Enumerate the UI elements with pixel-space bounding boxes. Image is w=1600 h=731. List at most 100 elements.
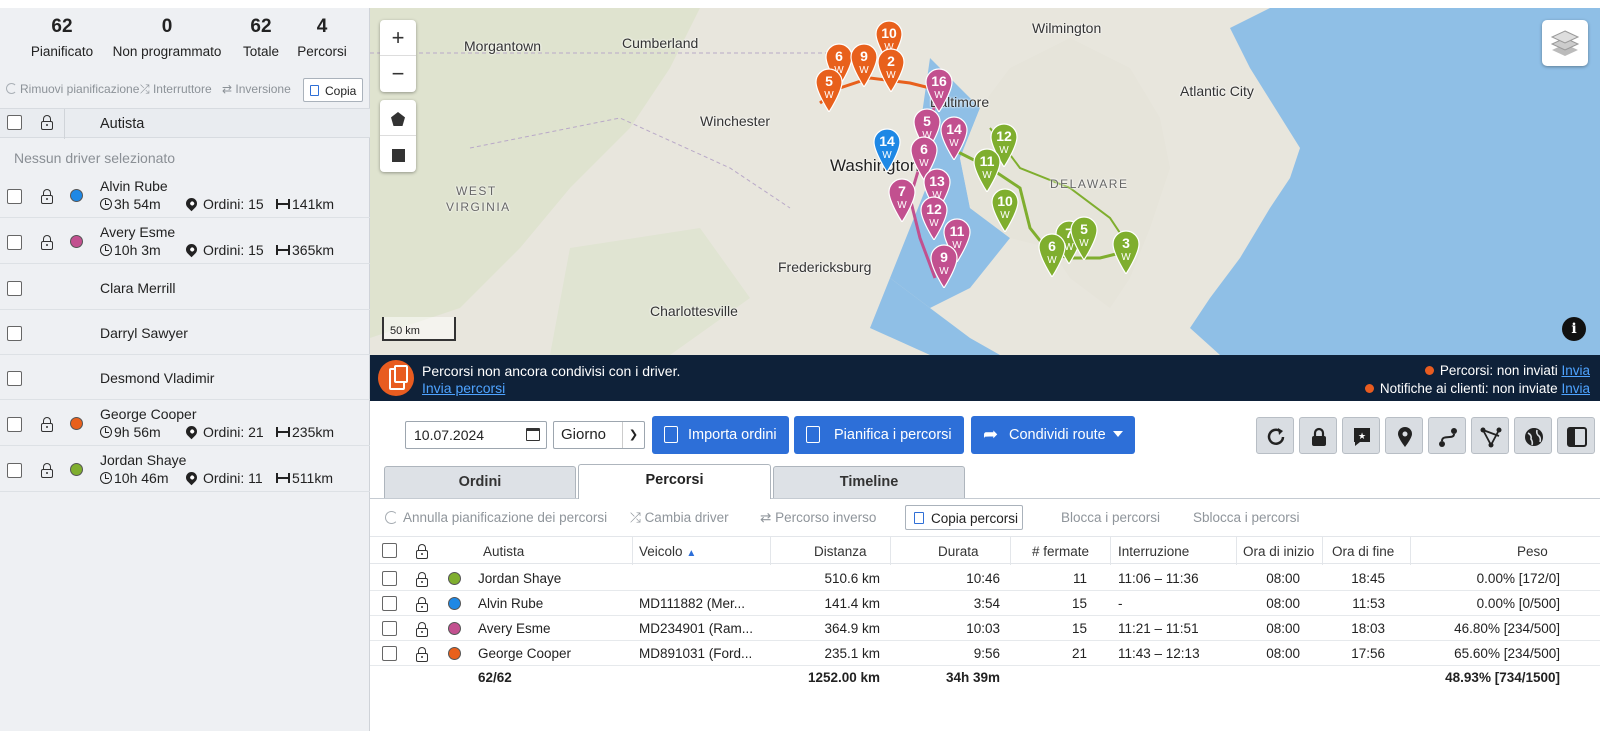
share-routes-button[interactable]: ➦ Condividi route xyxy=(971,416,1135,454)
select-all-routes-checkbox[interactable] xyxy=(382,543,397,558)
lock-icon[interactable] xyxy=(41,115,53,130)
row-checkbox[interactable] xyxy=(382,596,397,611)
driver-row-george-cooper[interactable]: George Cooper 9h 56m Ordini: 21 235km xyxy=(0,402,370,446)
zoom-in-button[interactable]: + xyxy=(380,20,416,56)
unlock-routes-action[interactable]: Sblocca i percorsi xyxy=(1193,510,1300,525)
switch-button[interactable]: ⤮ Interruttore xyxy=(140,82,212,97)
driver-checkbox[interactable] xyxy=(7,326,22,341)
map-pin[interactable]: 11 W xyxy=(973,148,1001,192)
map-pin[interactable]: 6W xyxy=(1038,233,1066,277)
route-path-button[interactable] xyxy=(1428,417,1466,454)
map-pin[interactable]: 9W xyxy=(850,43,878,87)
cell-duration: 3:54 xyxy=(973,596,1000,611)
driver-checkbox[interactable] xyxy=(7,189,22,204)
driver-checkbox[interactable] xyxy=(7,417,22,432)
lock-icon[interactable] xyxy=(416,622,428,637)
toggle-panel-button[interactable] xyxy=(1557,417,1595,454)
invert-button[interactable]: ⇄ Inversione xyxy=(222,82,291,96)
table-row[interactable]: Avery Esme MD234901 (Ram... 364.9 km 10:03 1… xyxy=(370,616,1600,641)
row-checkbox[interactable] xyxy=(382,646,397,661)
reverse-route-button[interactable]: ⇄ Percorso inverso xyxy=(760,510,876,526)
route-lines-button[interactable] xyxy=(1471,417,1509,454)
lock-icon[interactable] xyxy=(41,417,53,432)
driver-row-jordan-shaye[interactable]: Jordan Shaye 10h 46m Ordini: 11 511km xyxy=(0,448,370,492)
lock-icon[interactable] xyxy=(416,544,428,559)
row-checkbox[interactable] xyxy=(382,571,397,586)
table-row[interactable]: George Cooper MD891031 (Ford... 235.1 km 9:… xyxy=(370,641,1600,666)
lock-icon[interactable] xyxy=(41,189,53,204)
map-pin[interactable]: 14 W xyxy=(873,128,901,172)
driver-checkbox[interactable] xyxy=(7,463,22,478)
stat-label: Percorsi xyxy=(297,44,347,59)
map-pin[interactable]: 5W xyxy=(815,68,843,112)
map-pin[interactable]: 14 W xyxy=(940,116,968,160)
table-row[interactable]: Jordan Shaye 510.6 km 10:46 11 11:06 – 11:36… xyxy=(370,566,1600,591)
lock-icon[interactable] xyxy=(416,647,428,662)
cell-end: 18:03 xyxy=(1351,621,1385,636)
table-row[interactable]: Alvin Rube MD111882 (Mer... 141.4 km 3:54 15… xyxy=(370,591,1600,616)
lock-icon[interactable] xyxy=(416,597,428,612)
send-routes-link[interactable]: Invia percorsi xyxy=(422,380,505,396)
driver-row-alvin-rube[interactable]: Alvin Rube 3h 54m Ordini: 15 141km xyxy=(0,174,370,218)
copy-routes-button[interactable]: Copia percorsi xyxy=(905,505,1023,530)
lock-icon[interactable] xyxy=(41,235,53,250)
driver-row-clara-merrill[interactable]: Clara Merrill xyxy=(0,266,370,310)
change-driver-button[interactable]: ⤮ Cambia driver xyxy=(630,510,729,526)
copy-button[interactable]: Copia xyxy=(303,78,363,102)
col-duration[interactable]: Durata xyxy=(938,544,979,559)
zoom-out-button[interactable]: − xyxy=(380,56,416,92)
col-weight[interactable]: Peso xyxy=(1517,544,1548,559)
lock-routes-action[interactable]: Blocca i percorsi xyxy=(1061,510,1160,525)
driver-row-darryl-sawyer[interactable]: Darryl Sawyer xyxy=(0,311,370,355)
driver-checkbox[interactable] xyxy=(7,235,22,250)
col-start[interactable]: Ora di inizio xyxy=(1243,544,1314,559)
pinned-comment-button[interactable]: ★ xyxy=(1342,417,1380,454)
col-stops[interactable]: # fermate xyxy=(1032,544,1089,559)
select-all-checkbox[interactable] xyxy=(7,115,22,130)
period-select[interactable]: Giorno ❯ xyxy=(553,421,645,449)
map-pin[interactable]: 9W xyxy=(930,244,958,288)
tab-timeline[interactable]: Timeline xyxy=(773,466,965,498)
copy-label: Copia xyxy=(325,84,357,98)
send-routes-inline-link[interactable]: Invia xyxy=(1561,363,1590,378)
row-checkbox[interactable] xyxy=(382,621,397,636)
distance-icon xyxy=(276,245,290,255)
col-break[interactable]: Interruzione xyxy=(1118,544,1189,559)
calendar-icon[interactable] xyxy=(526,428,540,441)
driver-checkbox[interactable] xyxy=(7,371,22,386)
route-map[interactable]: Wilmington Morgantown Cumberland Atlanti… xyxy=(370,8,1600,355)
tab-orders[interactable]: Ordini xyxy=(384,466,576,498)
col-driver[interactable]: Autista xyxy=(483,544,524,559)
lock-icon[interactable] xyxy=(41,463,53,478)
polygon-draw-button[interactable] xyxy=(380,100,416,136)
import-orders-button[interactable]: Importa ordini xyxy=(652,416,789,454)
col-distance[interactable]: Distanza xyxy=(814,544,867,559)
map-pin[interactable]: 2W xyxy=(877,48,905,92)
map-pin[interactable]: 3W xyxy=(1112,230,1140,274)
map-pin[interactable]: 16 W xyxy=(925,68,953,112)
driver-row-desmond-vladimir[interactable]: Desmond Vladimir xyxy=(0,356,370,400)
layers-button[interactable] xyxy=(1542,20,1588,66)
map-pin[interactable]: 7W xyxy=(888,178,916,222)
lock-routes-button[interactable] xyxy=(1299,417,1337,454)
date-picker[interactable]: 10.07.2024 xyxy=(405,421,547,449)
show-stops-button[interactable] xyxy=(1385,417,1423,454)
info-button[interactable]: i xyxy=(1562,317,1586,341)
send-notifications-link[interactable]: Invia xyxy=(1561,381,1590,396)
map-pin[interactable]: 10 W xyxy=(991,188,1019,232)
plan-routes-button[interactable]: Pianifica i percorsi xyxy=(794,416,964,454)
tab-routes[interactable]: Percorsi xyxy=(578,464,771,499)
driver-checkbox[interactable] xyxy=(7,281,22,296)
cancel-planning-button[interactable]: Annulla pianificazione dei percorsi xyxy=(385,510,607,525)
col-vehicle[interactable]: Veicolo ▲ xyxy=(639,544,696,559)
driver-row-avery-esme[interactable]: Avery Esme 10h 3m Ordini: 15 365km xyxy=(0,220,370,264)
map-pin[interactable]: 5W xyxy=(1070,216,1098,260)
globe-button[interactable] xyxy=(1514,417,1552,454)
refresh-button[interactable] xyxy=(1256,417,1294,454)
rectangle-draw-button[interactable] xyxy=(380,136,416,172)
lock-icon[interactable] xyxy=(416,572,428,587)
period-value: Giorno xyxy=(561,426,607,443)
remove-planning-button[interactable]: Rimuovi pianificazione xyxy=(6,82,139,96)
pin-w-label: W xyxy=(824,90,834,101)
col-end[interactable]: Ora di fine xyxy=(1332,544,1394,559)
